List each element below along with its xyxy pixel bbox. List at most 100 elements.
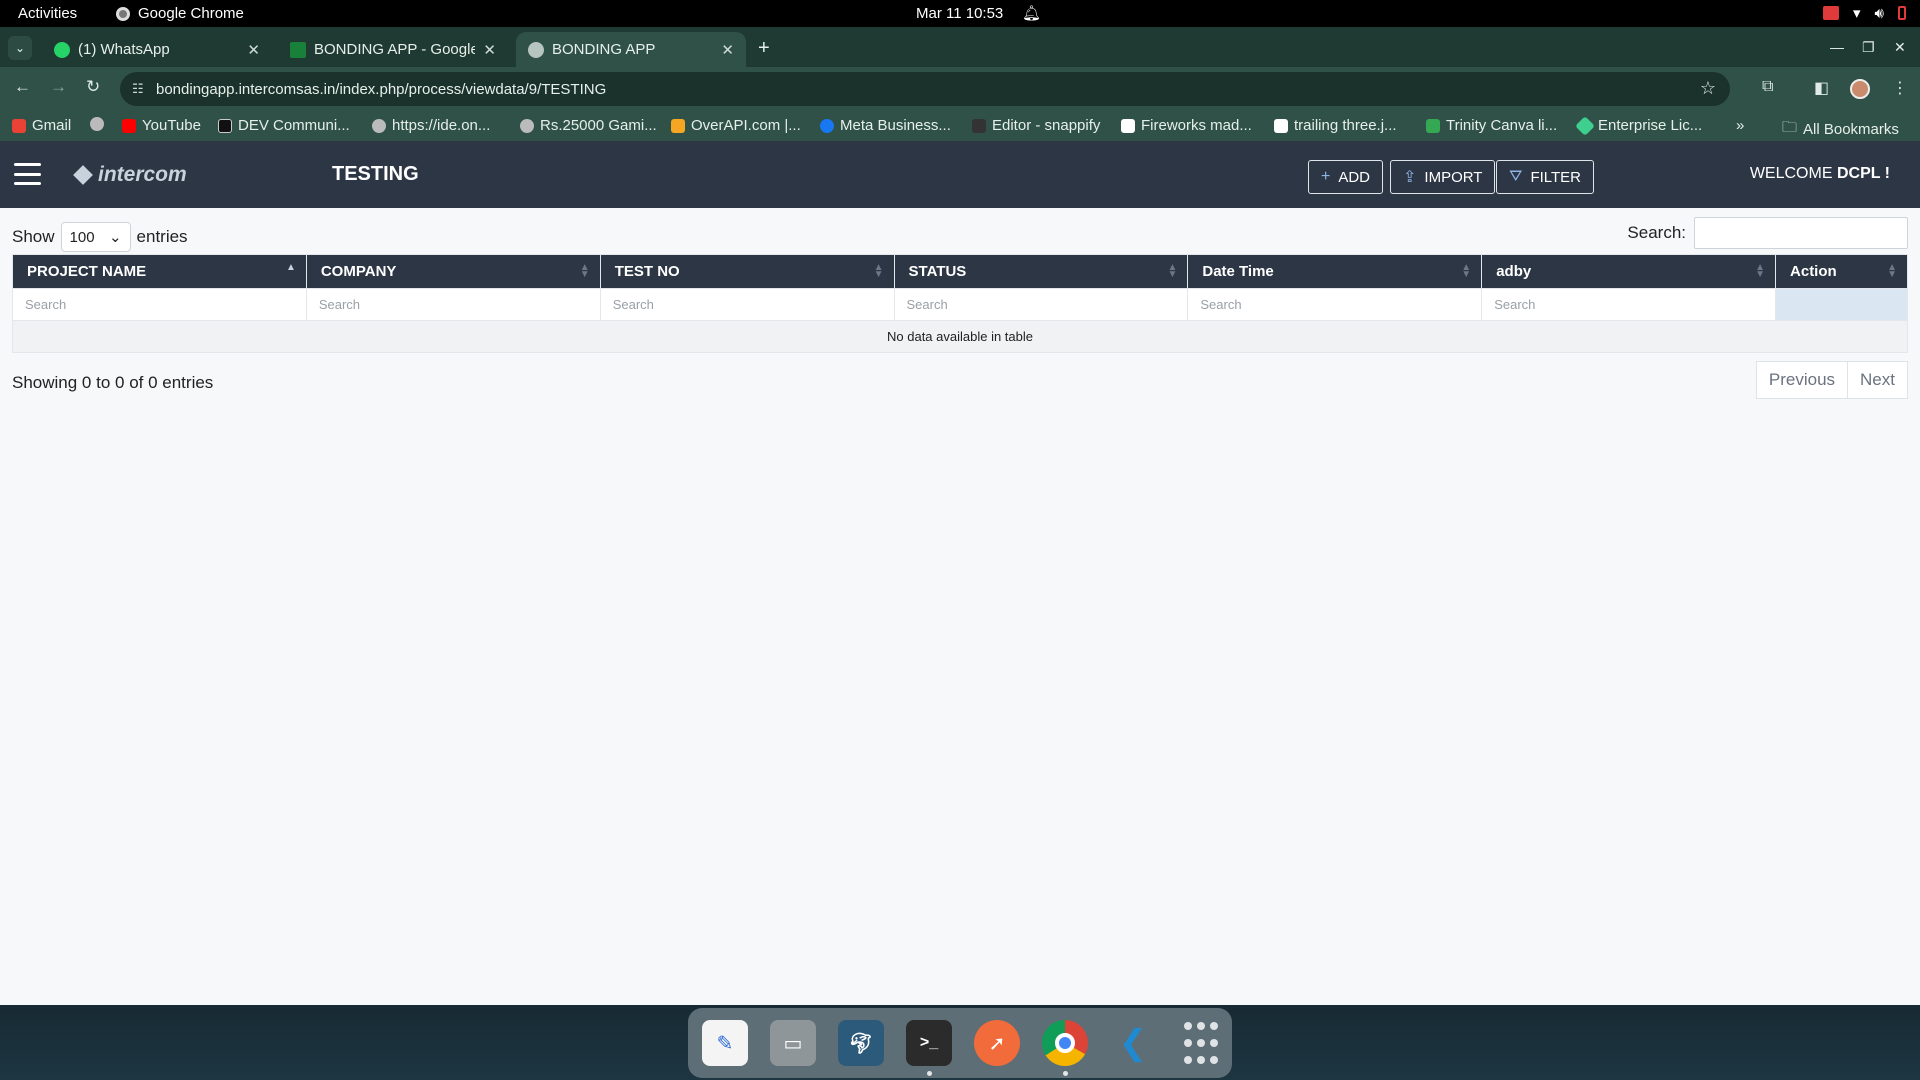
bookmark-ide[interactable]: https://ide.on... [372, 117, 490, 134]
tab-search-chevron-icon[interactable]: ⌄ [8, 36, 32, 60]
intercom-logo[interactable]: intercom [73, 163, 187, 187]
menu-kebab-icon[interactable]: ⋮ [1892, 78, 1908, 98]
globe-icon [528, 41, 544, 58]
bookmark-fireworks[interactable]: Fireworks mad... [1121, 117, 1252, 134]
bookmarks-bar: Gmail YouTube DEV Communi... https://ide… [0, 111, 1920, 141]
volume-icon: 🔊︎ [1874, 4, 1884, 22]
files-icon[interactable]: ▭ [770, 1020, 816, 1066]
pagination: Previous Next [1755, 361, 1908, 399]
site-info-icon[interactable]: ☷ [132, 81, 144, 97]
bookmark-star-icon[interactable]: ☆ [1700, 78, 1716, 99]
extensions-icon[interactable]: ⧉ [1762, 78, 1773, 96]
sheets-icon [1426, 118, 1440, 133]
bookmark-trailing[interactable]: trailing three.j... [1274, 117, 1397, 134]
clock[interactable]: Mar 11 10:53 [916, 5, 1003, 22]
column-header-company[interactable]: COMPANY ▲ ▼ [305, 254, 601, 289]
empty-message: No data available in table [12, 320, 1908, 353]
column-header-project-name[interactable]: PROJECT NAME ▲ [12, 254, 307, 289]
back-icon[interactable]: ← [14, 77, 31, 97]
filter-icon: ⛛ [1509, 168, 1523, 185]
add-button[interactable]: + ADD [1308, 160, 1384, 194]
close-tab-icon[interactable]: ✕ [721, 41, 734, 59]
app-header: intercom TESTING + ADD ⇪ IMPORT ⛛ FILTER… [0, 141, 1920, 208]
profile-avatar[interactable] [1850, 79, 1870, 104]
column-header-status[interactable]: STATUS ▲ ▼ [893, 254, 1189, 289]
import-button[interactable]: ⇪ IMPORT [1390, 160, 1496, 194]
snappify-icon [972, 118, 986, 133]
bookmark-meta[interactable]: Meta Business... [820, 117, 951, 134]
address-bar[interactable]: ☷ bondingapp.intercomsas.in/index.php/pr… [120, 72, 1730, 106]
show-apps-grid-icon[interactable] [1178, 1020, 1224, 1066]
postman-icon[interactable]: ➚ [974, 1020, 1020, 1066]
text-editor-icon[interactable]: ✎ [702, 1020, 748, 1066]
bookmark-unnamed[interactable] [90, 117, 104, 131]
openai-icon [1121, 118, 1135, 133]
sort-icon: ▲ ▼ [1167, 262, 1178, 280]
forward-icon[interactable]: → [50, 77, 67, 97]
bookmark-gaming[interactable]: Rs.25000 Gami... [520, 117, 657, 134]
search-input[interactable] [1694, 217, 1908, 249]
column-header-adby[interactable]: adby ▲ ▼ [1481, 254, 1777, 289]
column-header-test-no[interactable]: TEST NO ▲ ▼ [599, 254, 895, 289]
filter-date-time[interactable]: Search [1187, 288, 1483, 321]
page-length-select[interactable]: 100 ⌄ [60, 222, 131, 252]
gmail-icon [12, 118, 26, 133]
activities-button[interactable]: Activities [18, 5, 77, 22]
whatsapp-icon [54, 41, 70, 58]
maximize-icon[interactable]: ❐ [1862, 39, 1875, 56]
column-header-action[interactable]: Action ▲ ▼ [1775, 254, 1908, 289]
next-page-button[interactable]: Next [1848, 361, 1908, 399]
tab-bonding-app[interactable]: BONDING APP ✕ [516, 32, 746, 67]
column-filter-row: Search Search Search Search Search Searc… [12, 288, 1908, 321]
sort-icon: ▲ ▼ [873, 262, 884, 280]
filter-button[interactable]: ⛛ FILTER [1496, 160, 1595, 194]
chrome-icon [116, 6, 130, 21]
data-table: Search Search Search Search Search Searc… [12, 254, 1908, 353]
table-search: Search: [1627, 217, 1908, 249]
close-window-icon[interactable]: ✕ [1894, 39, 1906, 56]
tab-bonding-sheet[interactable]: BONDING APP - Google S ✕ [278, 32, 508, 67]
reload-icon[interactable]: ↻ [86, 77, 100, 97]
bookmark-youtube[interactable]: YouTube [122, 117, 201, 134]
hamburger-menu-icon[interactable] [14, 163, 41, 185]
tab-strip: ⌄ (1) WhatsApp ✕ BONDING APP - Google S … [0, 27, 1920, 67]
bookmark-enterprise[interactable]: Enterprise Lic... [1575, 115, 1702, 136]
more-bookmarks-chevron-icon[interactable]: » [1736, 117, 1744, 134]
close-tab-icon[interactable]: ✕ [483, 41, 496, 59]
filter-status[interactable]: Search [893, 288, 1189, 321]
active-app-menu[interactable]: Google Chrome [116, 5, 244, 22]
youtube-icon [122, 118, 136, 133]
new-tab-icon[interactable]: + [758, 37, 770, 60]
system-top-bar: Activities Google Chrome Mar 11 10:53 🔔︎… [0, 0, 1920, 27]
system-tray[interactable]: ▾ 🔊︎ [1823, 4, 1906, 22]
previous-page-button[interactable]: Previous [1755, 361, 1849, 399]
bookmark-snappify[interactable]: Editor - snappify [972, 117, 1100, 134]
bookmark-gmail[interactable]: Gmail [12, 117, 71, 134]
tab-title: BONDING APP [552, 41, 656, 58]
dev-icon [218, 118, 232, 133]
column-header-date-time[interactable]: Date Time ▲ ▼ [1187, 254, 1483, 289]
terminal-icon[interactable]: >_ [906, 1020, 952, 1076]
vscode-icon[interactable]: ❮ [1110, 1020, 1156, 1066]
minimize-icon[interactable]: — [1830, 39, 1844, 55]
filter-test-no[interactable]: Search [599, 288, 895, 321]
notification-bell-icon[interactable]: 🔔︎ [1022, 4, 1041, 22]
filter-adby[interactable]: Search [1481, 288, 1777, 321]
bookmark-dev[interactable]: DEV Communi... [218, 117, 350, 134]
chrome-icon[interactable] [1042, 1020, 1088, 1076]
chevron-down-icon: ⌄ [108, 229, 122, 246]
bookmark-trinity[interactable]: Trinity Canva li... [1426, 117, 1557, 134]
overapi-icon [671, 118, 685, 133]
all-bookmarks-folder[interactable]: 🗀︎ All Bookmarks [1782, 117, 1899, 142]
filter-action-blank [1775, 288, 1908, 321]
filter-company[interactable]: Search [305, 288, 601, 321]
mysql-workbench-icon[interactable]: 🐬︎ [838, 1020, 884, 1066]
enterprise-icon [1575, 115, 1595, 136]
bookmark-overapi[interactable]: OverAPI.com |... [671, 117, 801, 134]
main-content: Show 100 ⌄ entries Search: Search Search… [0, 208, 1920, 1005]
header-row: PROJECT NAME ▲ COMPANY ▲ ▼ TEST NO ▲ ▼ STATUS… [12, 254, 1908, 289]
filter-project-name[interactable]: Search [12, 288, 307, 321]
tab-whatsapp[interactable]: (1) WhatsApp ✕ [42, 32, 272, 67]
side-panel-icon[interactable]: ◧ [1814, 78, 1829, 98]
close-tab-icon[interactable]: ✕ [247, 41, 260, 59]
